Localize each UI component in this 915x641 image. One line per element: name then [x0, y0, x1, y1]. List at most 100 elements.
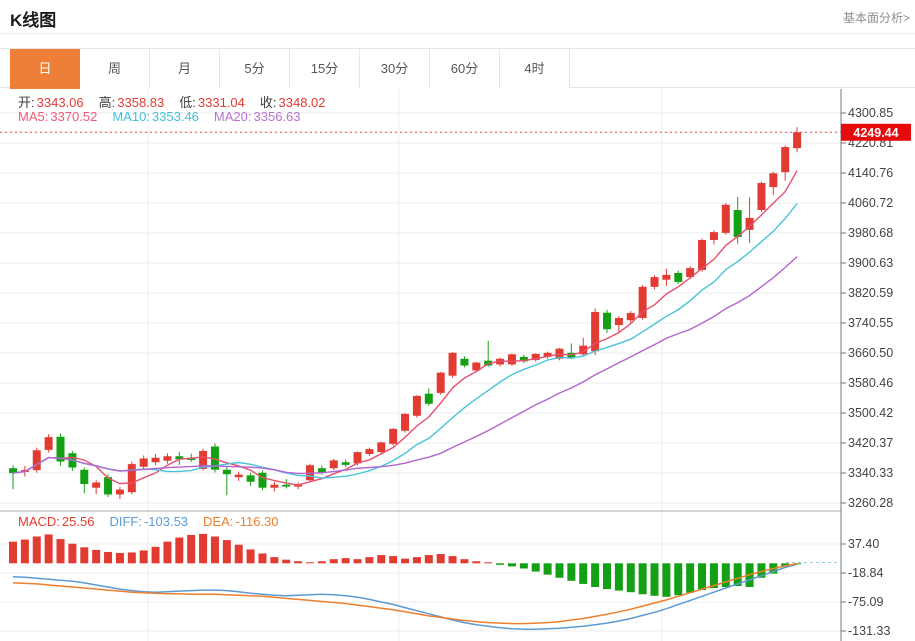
- macd-histogram-bar: [56, 539, 65, 564]
- macd-histogram-bar: [614, 563, 623, 591]
- candle-body: [401, 413, 410, 431]
- candle-body: [448, 352, 457, 376]
- macd-histogram-bar: [44, 534, 53, 564]
- candle-body: [662, 274, 671, 280]
- macd-histogram-bar: [175, 537, 184, 564]
- candle-body: [436, 372, 445, 393]
- candle-body: [377, 442, 386, 453]
- price-tick-label: 3500.42: [848, 406, 893, 420]
- candle-body: [270, 484, 279, 488]
- candle-body: [733, 210, 742, 237]
- price-tick-label: 3420.37: [848, 436, 893, 450]
- candle-body: [32, 450, 41, 471]
- candle-body: [115, 489, 124, 495]
- macd-histogram-bar: [222, 540, 231, 564]
- candle-body: [234, 474, 243, 478]
- macd-histogram-bar: [686, 563, 695, 593]
- candle-body: [246, 475, 255, 482]
- macd-histogram-bar: [32, 536, 41, 564]
- info-item: DIFF: -103.53: [109, 514, 189, 529]
- price-tick-label: 4300.85: [848, 106, 893, 120]
- macd-histogram-bar: [353, 559, 362, 564]
- candle-body: [781, 147, 790, 173]
- macd-histogram-bar: [151, 546, 160, 564]
- candle-body: [460, 358, 469, 366]
- macd-histogram-bar: [496, 563, 505, 565]
- candle-body: [638, 286, 647, 318]
- candle-body: [603, 312, 611, 330]
- info-item: MA10: 3353.46: [112, 109, 199, 124]
- candle-body: [412, 395, 421, 416]
- macd-histogram-bar: [104, 551, 113, 564]
- macd-histogram-bar: [698, 563, 707, 591]
- macd-histogram-bar: [115, 552, 124, 564]
- macd-histogram-bar: [365, 557, 374, 564]
- macd-histogram-bar: [163, 541, 172, 564]
- price-tick-label: 4140.76: [848, 166, 893, 180]
- macd-histogram-bar: [210, 536, 219, 564]
- info-item: MA5: 3370.52: [18, 109, 98, 124]
- macd-histogram-bar: [317, 561, 326, 564]
- candle-body: [626, 313, 635, 321]
- macd-histogram-bar: [543, 563, 552, 575]
- candle-body: [507, 354, 516, 365]
- macd-tick-label: -75.09: [848, 595, 883, 609]
- candle-body: [282, 484, 291, 487]
- candle-body: [258, 472, 267, 488]
- macd-tick-label: 37.40: [848, 537, 879, 551]
- macd-histogram-bar: [294, 561, 303, 564]
- candle-body: [614, 317, 623, 326]
- macd-histogram-bar: [341, 558, 350, 564]
- candle-body: [139, 458, 148, 467]
- candle-body: [424, 393, 433, 404]
- price-tick-label: 3980.68: [848, 226, 893, 240]
- macd-histogram-bar: [591, 563, 600, 588]
- macd-histogram-bar: [234, 544, 243, 564]
- macd-histogram-bar: [424, 555, 433, 564]
- candle-body: [163, 456, 172, 461]
- macd-histogram-bar: [329, 559, 338, 564]
- macd-histogram-bar: [638, 563, 647, 595]
- price-tick-label: 3900.63: [848, 256, 893, 270]
- macd-histogram-bar: [460, 559, 469, 564]
- candle-body: [341, 462, 350, 465]
- macd-histogram-bar: [436, 554, 445, 564]
- macd-histogram-bar: [306, 562, 314, 564]
- candle-body: [674, 272, 683, 282]
- macd-histogram-bar: [662, 563, 671, 597]
- macd-histogram-bar: [68, 543, 77, 564]
- candle-body: [127, 464, 136, 493]
- macd-histogram-bar: [127, 552, 136, 564]
- macd-histogram-bar: [555, 563, 564, 578]
- candle-body: [92, 482, 101, 488]
- candle-body: [329, 460, 338, 469]
- macd-readout: MACD: 25.56 DIFF: -103.53 DEA: -116.30: [18, 514, 279, 529]
- macd-histogram-bar: [603, 563, 611, 590]
- macd-histogram-bar: [567, 563, 576, 581]
- macd-histogram-bar: [507, 563, 516, 567]
- candle-body: [80, 469, 89, 484]
- candle-body: [365, 449, 374, 454]
- macd-histogram-bar: [92, 549, 101, 564]
- macd-histogram-bar: [531, 563, 540, 572]
- price-tick-label: 4060.72: [848, 196, 893, 210]
- candle-body: [769, 173, 778, 188]
- macd-histogram-bar: [377, 555, 386, 564]
- price-tick-label: 3740.55: [848, 316, 893, 330]
- candle-body: [151, 457, 160, 463]
- macd-histogram-bar: [187, 534, 196, 564]
- candle-body: [389, 428, 398, 444]
- candle-body: [222, 469, 231, 475]
- macd-histogram-bar: [674, 563, 683, 596]
- macd-histogram-bar: [139, 550, 148, 564]
- macd-histogram-bar: [626, 563, 635, 593]
- macd-histogram-bar: [412, 557, 421, 564]
- price-tick-label: 3340.33: [848, 466, 893, 480]
- macd-histogram-bar: [472, 561, 481, 564]
- candle-body: [650, 277, 659, 287]
- macd-histogram-bar: [80, 547, 89, 564]
- info-item: MA20: 3356.63: [213, 109, 301, 124]
- macd-histogram-bar: [448, 556, 457, 564]
- macd-histogram-bar: [246, 549, 255, 564]
- macd-histogram-bar: [401, 558, 410, 564]
